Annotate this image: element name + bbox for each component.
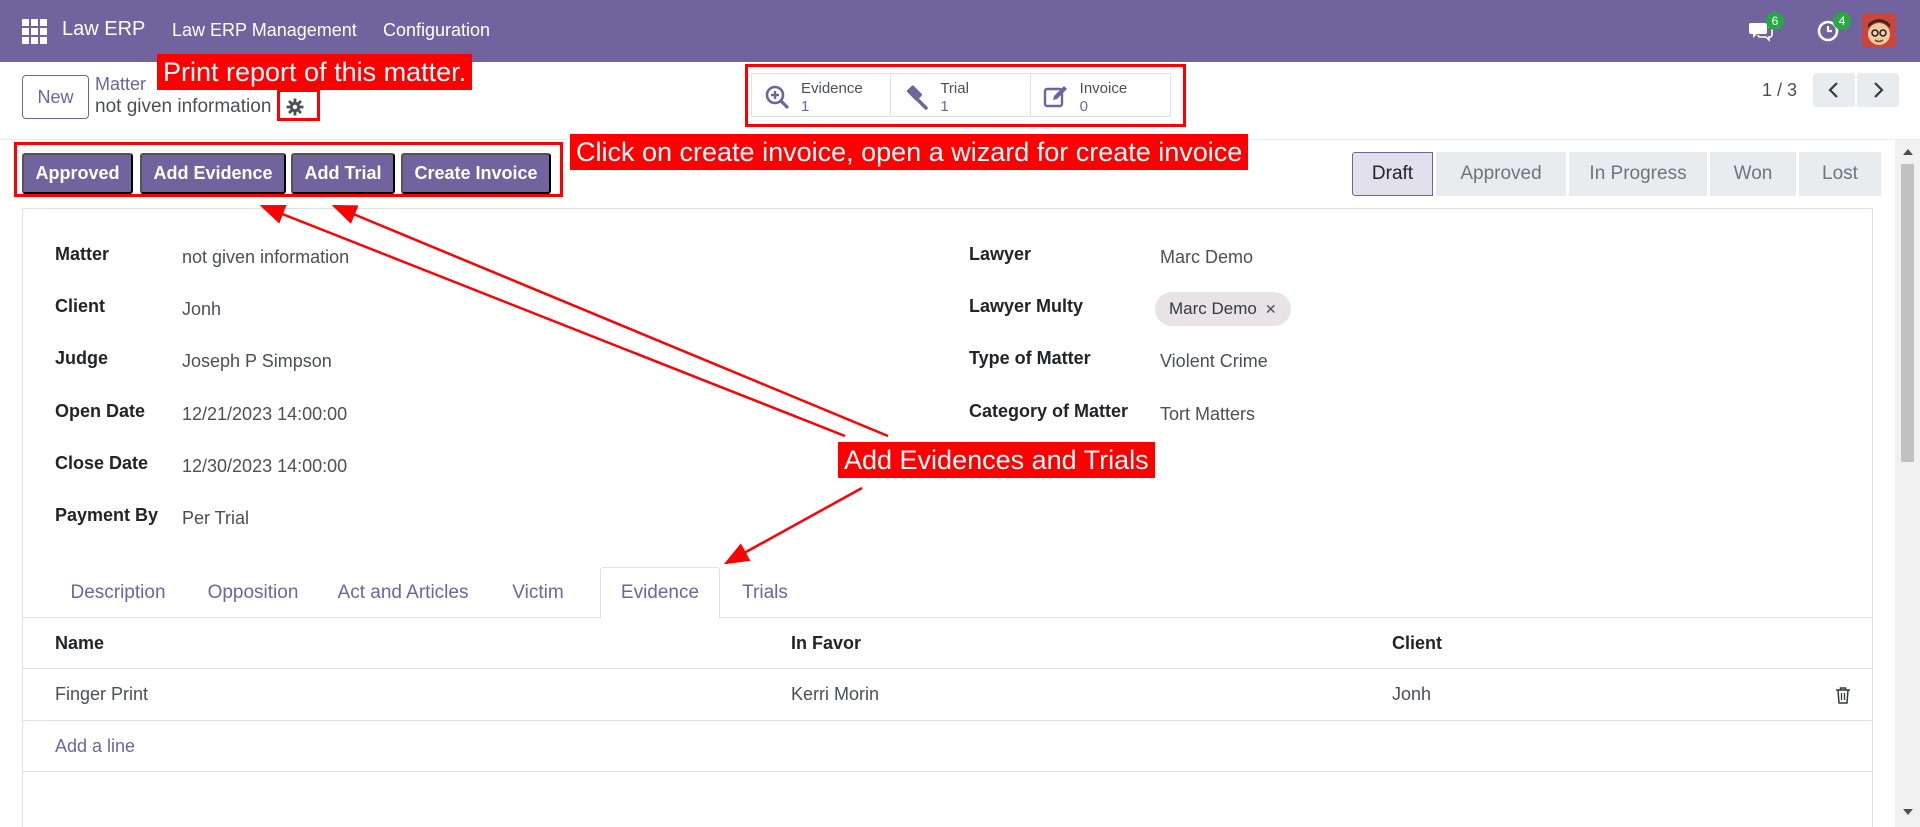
stage-in-progress[interactable]: In Progress: [1569, 152, 1707, 196]
user-avatar[interactable]: [1862, 14, 1896, 48]
breadcrumb-parent[interactable]: Matter: [95, 74, 146, 95]
annotation-actions-highlight: [14, 142, 563, 197]
lawyer-multy-tag[interactable]: Marc Demo ✕: [1155, 292, 1291, 326]
field-value-matter[interactable]: not given information: [182, 247, 349, 268]
field-label-client: Client: [55, 296, 106, 316]
stage-pipeline: Draft Approved In Progress Won Lost: [1352, 152, 1884, 196]
table-header: Name In Favor Client: [22, 618, 1873, 669]
column-header-client[interactable]: Client: [1392, 633, 1442, 654]
tab-victim[interactable]: Victim: [502, 567, 574, 618]
scrollbar[interactable]: [1895, 140, 1920, 827]
scrollbar-thumb[interactable]: [1901, 164, 1914, 462]
field-value-payment-by[interactable]: Per Trial: [182, 508, 249, 529]
field-value-open-date[interactable]: 12/21/2023 14:00:00: [182, 404, 347, 425]
tab-act-and-articles[interactable]: Act and Articles: [324, 567, 482, 618]
cell-client[interactable]: Jonh: [1392, 684, 1431, 705]
field-label-payment-by: Payment By: [55, 505, 159, 525]
pager-previous-button[interactable]: [1813, 73, 1855, 107]
annotation-create-invoice: Click on create invoice, open a wizard f…: [570, 134, 1249, 170]
trash-icon[interactable]: [1835, 686, 1851, 704]
stage-won[interactable]: Won: [1710, 152, 1796, 196]
new-button[interactable]: New: [22, 75, 89, 119]
annotation-add-evidences-trials: Add Evidences and Trials: [838, 442, 1155, 478]
field-label-type-of-matter: Type of Matter: [969, 348, 1091, 368]
tab-trials[interactable]: Trials: [728, 567, 802, 618]
field-value-close-date[interactable]: 12/30/2023 14:00:00: [182, 456, 347, 477]
field-value-category-of-matter[interactable]: Tort Matters: [1160, 404, 1255, 425]
field-label-judge: Judge: [55, 348, 109, 368]
chevron-right-icon: [1874, 82, 1884, 98]
tag-label: Marc Demo: [1169, 299, 1257, 318]
stage-lost[interactable]: Lost: [1799, 152, 1881, 196]
stage-approved[interactable]: Approved: [1436, 152, 1566, 196]
field-value-client[interactable]: Jonh: [182, 299, 221, 320]
messages-icon[interactable]: 6: [1748, 12, 1784, 44]
field-label-lawyer: Lawyer: [969, 244, 1032, 264]
cell-in-favor[interactable]: Kerri Morin: [791, 684, 879, 705]
pager-next-button[interactable]: [1857, 73, 1899, 107]
add-line-row: Add a line: [22, 721, 1873, 772]
messages-count-badge: 6: [1766, 12, 1784, 30]
field-label-lawyer-multy: Lawyer Multy: [969, 296, 1084, 316]
activities-clock-icon[interactable]: 4: [1815, 12, 1851, 44]
annotation-print-report: Print report of this matter.: [157, 54, 473, 90]
table-row[interactable]: Finger Print Kerri Morin Jonh: [22, 669, 1873, 721]
tab-opposition[interactable]: Opposition: [194, 567, 312, 618]
add-a-line-link[interactable]: Add a line: [55, 736, 135, 757]
field-label-category-of-matter: Category of Matter: [969, 401, 1129, 421]
annotation-smart-buttons-highlight: [745, 64, 1186, 127]
field-value-lawyer[interactable]: Marc Demo: [1160, 247, 1253, 268]
chevron-left-icon: [1828, 82, 1838, 98]
top-navbar: Law ERP Law ERP Management Configuration…: [0, 0, 1920, 62]
remove-tag-icon[interactable]: ✕: [1265, 301, 1277, 318]
cell-name[interactable]: Finger Print: [55, 684, 148, 705]
field-label-close-date: Close Date: [55, 453, 149, 473]
scroll-up-arrow-icon[interactable]: [1903, 149, 1913, 155]
menu-configuration[interactable]: Configuration: [383, 20, 490, 41]
column-header-in-favor[interactable]: In Favor: [791, 633, 861, 654]
column-header-name[interactable]: Name: [55, 633, 104, 654]
field-label-matter: Matter: [55, 244, 110, 264]
scroll-down-arrow-icon[interactable]: [1903, 809, 1913, 815]
field-value-type-of-matter[interactable]: Violent Crime: [1160, 351, 1268, 372]
field-label-open-date: Open Date: [55, 401, 146, 421]
annotation-gear-highlight: [277, 89, 320, 121]
app-name[interactable]: Law ERP: [62, 18, 145, 41]
tab-description[interactable]: Description: [55, 567, 181, 618]
stage-draft[interactable]: Draft: [1352, 152, 1433, 196]
field-value-judge[interactable]: Joseph P Simpson: [182, 351, 332, 372]
apps-menu-icon[interactable]: [22, 19, 47, 44]
activities-count-badge: 4: [1833, 12, 1851, 30]
breadcrumb-current: not given information: [95, 96, 272, 117]
notebook-tabs: Description Opposition Act and Articles …: [22, 567, 1873, 619]
tab-evidence[interactable]: Evidence: [600, 567, 720, 619]
menu-law-erp-management[interactable]: Law ERP Management: [172, 20, 357, 41]
pager-value[interactable]: 1 / 3: [1762, 80, 1797, 101]
